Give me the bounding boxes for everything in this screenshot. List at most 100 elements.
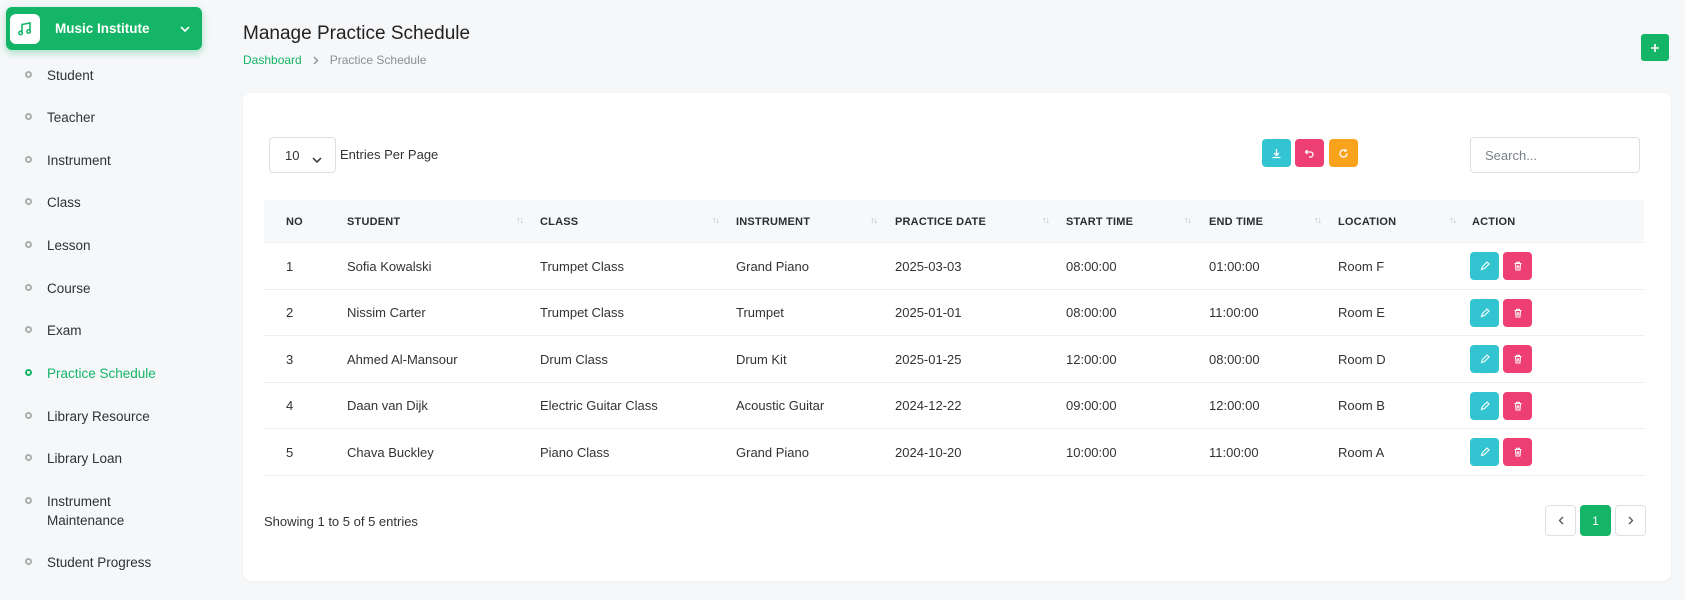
chevron-right-icon	[313, 56, 319, 65]
sidebar-item-instrument-maintenance[interactable]: Instrument Maintenance	[0, 492, 215, 530]
sidebar-item-label: Exam	[47, 323, 82, 338]
add-button[interactable]	[1641, 34, 1669, 61]
trash-icon	[1514, 447, 1521, 457]
sidebar-item-label: Student Progress	[47, 555, 152, 570]
pencil-icon	[1480, 447, 1490, 457]
chevron-right-icon	[1628, 516, 1633, 525]
sidebar-item-label: Instrument	[47, 153, 111, 168]
chevron-down-icon	[312, 151, 322, 166]
pencil-icon	[1480, 261, 1490, 271]
cell-practice-date: 2024-12-22	[895, 398, 962, 413]
bullet-icon	[25, 369, 32, 376]
sidebar-item-class[interactable]: Class	[0, 193, 215, 212]
cell-end-time: 11:00:00	[1209, 305, 1259, 320]
undo-button[interactable]	[1295, 139, 1324, 167]
sidebar-item-exam[interactable]: Exam	[0, 321, 215, 340]
entries-per-page-select[interactable]: 10	[269, 137, 336, 173]
undo-icon	[1304, 149, 1314, 158]
cell-end-time: 01:00:00	[1209, 258, 1260, 274]
sidebar-item-course[interactable]: Course	[0, 279, 215, 298]
sort-icon[interactable]: ↑↓	[1042, 215, 1050, 225]
sort-icon[interactable]: ↑↓	[1184, 215, 1192, 225]
pagination-page-1[interactable]: 1	[1580, 505, 1611, 536]
pagination-prev-button[interactable]	[1545, 505, 1576, 536]
cell-no: 4	[286, 398, 294, 413]
cell-student: Nissim Carter	[347, 305, 426, 320]
column-header-end-time[interactable]: END TIME	[1209, 200, 1263, 243]
sort-icon[interactable]: ↑↓	[870, 215, 878, 225]
edit-button[interactable]	[1470, 345, 1499, 373]
sidebar-item-student-progress[interactable]: Student Progress	[0, 553, 215, 572]
cell-start-time: 12:00:00	[1066, 351, 1117, 367]
sort-icon[interactable]: ↑↓	[1449, 215, 1457, 225]
bullet-icon	[25, 454, 32, 461]
bullet-icon	[25, 412, 32, 419]
cell-no: 3	[286, 351, 294, 367]
refresh-icon	[1339, 148, 1348, 158]
brand-label: Music Institute	[55, 21, 150, 36]
cell-instrument: Acoustic Guitar	[736, 398, 825, 413]
cell-end-time: 11:00:00	[1209, 444, 1259, 460]
sidebar-item-student[interactable]: Student	[0, 66, 215, 85]
sort-icon[interactable]: ↑↓	[712, 215, 720, 225]
edit-button[interactable]	[1470, 391, 1499, 420]
cell-start-time: 10:00:00	[1066, 444, 1117, 460]
cell-no: 2	[286, 305, 294, 320]
cell-student: Ahmed Al-Mansour	[347, 351, 458, 367]
trash-icon	[1514, 354, 1521, 364]
column-header-action: ACTION	[1472, 215, 1516, 228]
cell-practice-date: 2024-10-20	[895, 444, 962, 460]
sort-icon[interactable]: ↑↓	[516, 215, 524, 225]
edit-button[interactable]	[1470, 298, 1499, 327]
cell-instrument: Trumpet	[736, 305, 784, 320]
edit-button[interactable]	[1470, 438, 1499, 466]
brand-menu[interactable]: Music Institute	[6, 7, 202, 50]
bullet-icon	[25, 198, 32, 205]
column-header-practice-date[interactable]: PRACTICE DATE	[895, 200, 986, 243]
column-header-instrument[interactable]: INSTRUMENT	[736, 200, 810, 243]
sidebar-item-instrument[interactable]: Instrument	[0, 151, 215, 170]
download-button[interactable]	[1262, 139, 1291, 167]
delete-button[interactable]	[1503, 391, 1532, 420]
column-header-no: NO	[286, 215, 303, 228]
cell-no: 5	[286, 444, 294, 460]
trash-icon	[1514, 261, 1521, 271]
sidebar-item-label: Class	[47, 195, 81, 210]
table-header: NO STUDENT ↑↓ CLASS ↑↓ INSTRUMENT ↑↓ PRACTICE D…	[264, 200, 1644, 243]
column-header-location[interactable]: LOCATION	[1338, 200, 1396, 243]
search-input[interactable]	[1470, 137, 1640, 173]
pencil-icon	[1480, 400, 1490, 410]
pagination-next-button[interactable]	[1615, 505, 1646, 536]
table-row: 4 Daan van Dijk Electric Guitar Class Acous…	[264, 383, 1644, 429]
music-note-icon	[10, 13, 40, 44]
cell-start-time: 09:00:00	[1066, 398, 1117, 413]
breadcrumb-current: Practice Schedule	[329, 53, 427, 67]
sidebar-item-teacher[interactable]: Teacher	[0, 108, 215, 127]
breadcrumb-dashboard-link[interactable]: Dashboard	[243, 53, 302, 67]
column-header-class[interactable]: CLASS	[540, 200, 578, 243]
sidebar-item-library-loan[interactable]: Library Loan	[0, 449, 215, 468]
delete-button[interactable]	[1503, 252, 1532, 280]
bullet-icon	[25, 156, 32, 163]
column-header-start-time[interactable]: START TIME	[1066, 200, 1133, 243]
delete-button[interactable]	[1503, 345, 1532, 373]
column-header-student[interactable]: STUDENT	[347, 200, 400, 243]
cell-instrument: Drum Kit	[736, 351, 787, 367]
trash-icon	[1514, 308, 1521, 317]
cell-student: Chava Buckley	[347, 444, 434, 460]
cell-practice-date: 2025-03-03	[895, 258, 962, 274]
sort-icon[interactable]: ↑↓	[1314, 215, 1322, 225]
sidebar-item-practice-schedule[interactable]: Practice Schedule	[0, 364, 215, 383]
table-row: 5 Chava Buckley Piano Class Grand Piano 2024…	[264, 429, 1644, 476]
entries-per-page-label: Entries Per Page	[340, 147, 439, 162]
refresh-button[interactable]	[1329, 139, 1358, 167]
delete-button[interactable]	[1503, 438, 1532, 466]
sidebar-item-lesson[interactable]: Lesson	[0, 236, 215, 255]
cell-class: Trumpet Class	[540, 258, 625, 274]
pencil-icon	[1480, 354, 1490, 364]
cell-class: Electric Guitar Class	[540, 398, 658, 413]
edit-button[interactable]	[1470, 252, 1499, 280]
cell-start-time: 08:00:00	[1066, 258, 1117, 274]
sidebar-item-library-resource[interactable]: Library Resource	[0, 407, 215, 426]
delete-button[interactable]	[1503, 298, 1532, 327]
